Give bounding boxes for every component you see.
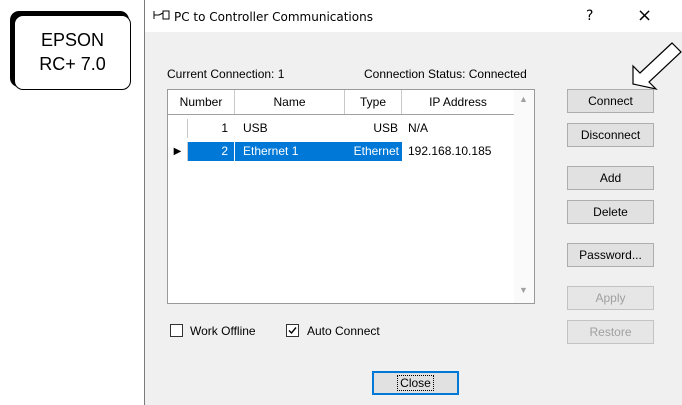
close-button-label: Close bbox=[397, 375, 434, 391]
column-number[interactable]: Number bbox=[168, 90, 235, 114]
close-window-button[interactable]: × bbox=[637, 5, 652, 26]
add-button[interactable]: Add bbox=[567, 166, 654, 190]
restore-button[interactable]: Restore bbox=[567, 320, 654, 344]
cell-name: Ethernet 1 bbox=[235, 142, 345, 161]
cell-type: USB bbox=[373, 121, 398, 135]
connection-status-label: Connection Status: Connected bbox=[364, 67, 527, 81]
row-header[interactable] bbox=[168, 119, 188, 138]
badge-line1: EPSON bbox=[40, 30, 105, 50]
connect-button[interactable]: Connect bbox=[567, 89, 654, 113]
disconnect-button[interactable]: Disconnect bbox=[567, 123, 654, 147]
column-ip-address[interactable]: IP Address bbox=[402, 90, 514, 114]
cell-number: 2 bbox=[188, 142, 234, 161]
window-title: PC to Controller Communications bbox=[174, 10, 373, 24]
auto-connect-label: Auto Connect bbox=[307, 324, 380, 338]
badge-line2: RC+ 7.0 bbox=[39, 54, 106, 74]
current-connection-label: Current Connection: 1 bbox=[167, 67, 285, 81]
grid-header: Number Name Type IP Address bbox=[168, 90, 514, 115]
table-row[interactable]: 1 USB USB N/A bbox=[168, 119, 514, 138]
close-button[interactable]: Close bbox=[372, 371, 459, 395]
help-button[interactable]: ? bbox=[586, 8, 593, 24]
work-offline-label: Work Offline bbox=[190, 324, 256, 338]
connection-icon bbox=[153, 10, 170, 20]
work-offline-checkbox[interactable] bbox=[170, 324, 183, 337]
vertical-scrollbar[interactable]: ▲ ▼ bbox=[514, 90, 534, 303]
title-bar: PC to Controller Communications ? × bbox=[145, 0, 682, 32]
delete-button[interactable]: Delete bbox=[567, 200, 654, 224]
epson-badge-shadow: EPSON RC+ 7.0 bbox=[10, 11, 131, 90]
row-pointer-icon[interactable]: ▶ bbox=[168, 142, 188, 161]
dialog-window: PC to Controller Communications ? × Curr… bbox=[144, 0, 682, 405]
apply-button[interactable]: Apply bbox=[567, 286, 654, 310]
table-row-selected[interactable]: ▶ 2 Ethernet 1 Ethernet 192.168.10.185 bbox=[168, 142, 514, 161]
cell-ip: 192.168.10.185 bbox=[408, 144, 492, 158]
pointer-arrow-icon bbox=[632, 42, 682, 91]
cell-type: Ethernet bbox=[345, 142, 402, 161]
epson-badge: EPSON RC+ 7.0 bbox=[14, 15, 131, 90]
column-name[interactable]: Name bbox=[235, 90, 345, 114]
auto-connect-checkbox[interactable] bbox=[286, 324, 299, 337]
connections-grid[interactable]: Number Name Type IP Address 1 USB USB N/… bbox=[167, 89, 535, 304]
scroll-up-icon[interactable]: ▲ bbox=[519, 94, 528, 104]
column-type[interactable]: Type bbox=[345, 90, 402, 114]
scroll-down-icon[interactable]: ▼ bbox=[519, 285, 528, 295]
cell-name: USB bbox=[243, 121, 268, 135]
checkmark-icon bbox=[288, 327, 297, 335]
cell-ip: N/A bbox=[408, 121, 429, 135]
cell-number: 1 bbox=[221, 121, 228, 135]
password-button[interactable]: Password... bbox=[567, 243, 654, 267]
